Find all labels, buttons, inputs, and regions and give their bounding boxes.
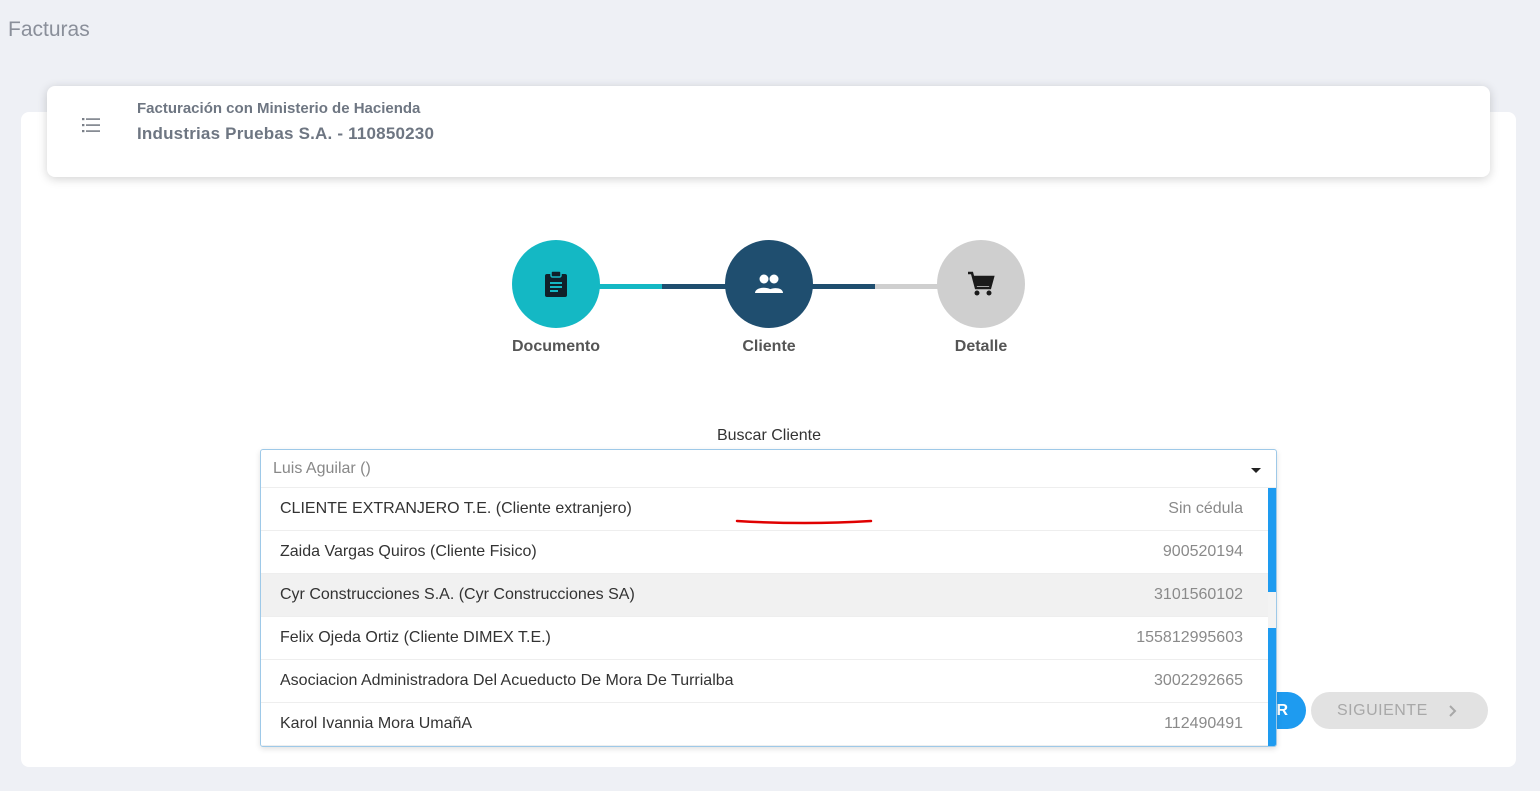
header-company: Industrias Pruebas S.A. - 110850230 — [137, 124, 435, 143]
client-option-id: 3002292665 — [1154, 672, 1243, 689]
header-card: Facturación con Ministerio de Hacienda I… — [47, 86, 1490, 177]
client-option-id: 112490491 — [1164, 715, 1243, 732]
dropdown-scrollbar[interactable] — [1268, 488, 1276, 746]
step-label-documento: Documento — [512, 338, 600, 355]
step-label-detalle: Detalle — [954, 338, 1008, 355]
client-option-list: CLIENTE EXTRANJERO T.E. (Cliente extranj… — [261, 488, 1269, 746]
client-option[interactable]: CLIENTE EXTRANJERO T.E. (Cliente extranj… — [261, 488, 1269, 531]
step-cliente[interactable] — [725, 240, 813, 328]
step-connector — [662, 284, 726, 289]
client-option[interactable]: Zaida Vargas Quiros (Cliente Fisico) 900… — [261, 531, 1269, 574]
client-option-id: Sin cédula — [1168, 500, 1243, 517]
client-option-name: Cyr Construcciones S.A. (Cyr Construccio… — [280, 586, 635, 603]
step-detalle[interactable] — [937, 240, 1025, 328]
search-client-label: Buscar Cliente — [716, 427, 822, 444]
client-select-dropdown[interactable]: CLIENTE EXTRANJERO T.E. (Cliente extranj… — [260, 449, 1277, 747]
client-option-highlighted[interactable]: Cyr Construcciones S.A. (Cyr Construccio… — [261, 574, 1269, 617]
next-button-label: SIGUIENTE — [1337, 701, 1428, 719]
client-option[interactable]: Karol Ivannia Mora UmañA 112490491 — [261, 703, 1269, 746]
client-option[interactable]: Felix Ojeda Ortiz (Cliente DIMEX T.E.) 1… — [261, 617, 1269, 660]
client-option[interactable]: Asociacion Administradora Del Acueducto … — [261, 660, 1269, 703]
red-underline-annotation — [735, 519, 873, 525]
client-option-name: Karol Ivannia Mora UmañA — [280, 715, 473, 732]
client-option-name: CLIENTE EXTRANJERO T.E. (Cliente extranj… — [280, 500, 632, 517]
next-button[interactable]: SIGUIENTE — [1311, 692, 1488, 729]
cart-icon — [968, 271, 995, 296]
client-option-id: 3101560102 — [1154, 586, 1243, 603]
client-option-name: Zaida Vargas Quiros (Cliente Fisico) — [280, 543, 537, 560]
client-search-input[interactable] — [273, 456, 1233, 482]
caret-down-icon[interactable] — [1251, 468, 1261, 473]
scrollbar-thumb[interactable] — [1268, 488, 1276, 592]
client-option-name: Felix Ojeda Ortiz (Cliente DIMEX T.E.) — [280, 629, 551, 646]
client-option-name: Asociacion Administradora Del Acueducto … — [280, 672, 734, 689]
step-connector — [598, 284, 662, 289]
step-label-cliente: Cliente — [742, 338, 796, 355]
search-input-row — [261, 450, 1276, 488]
step-connector — [811, 284, 875, 289]
header-subtitle: Facturación con Ministerio de Hacienda — [137, 100, 421, 117]
chevron-right-icon — [1449, 705, 1457, 717]
clipboard-icon — [545, 270, 567, 297]
client-option-id: 155812995603 — [1136, 629, 1243, 646]
list-menu-icon[interactable] — [82, 117, 102, 133]
client-option-id: 900520194 — [1162, 543, 1243, 560]
scrollbar-thumb[interactable] — [1268, 628, 1276, 746]
page-title: Facturas — [8, 18, 90, 41]
step-documento[interactable] — [512, 240, 600, 328]
step-connector — [875, 284, 939, 289]
people-icon — [755, 274, 783, 293]
